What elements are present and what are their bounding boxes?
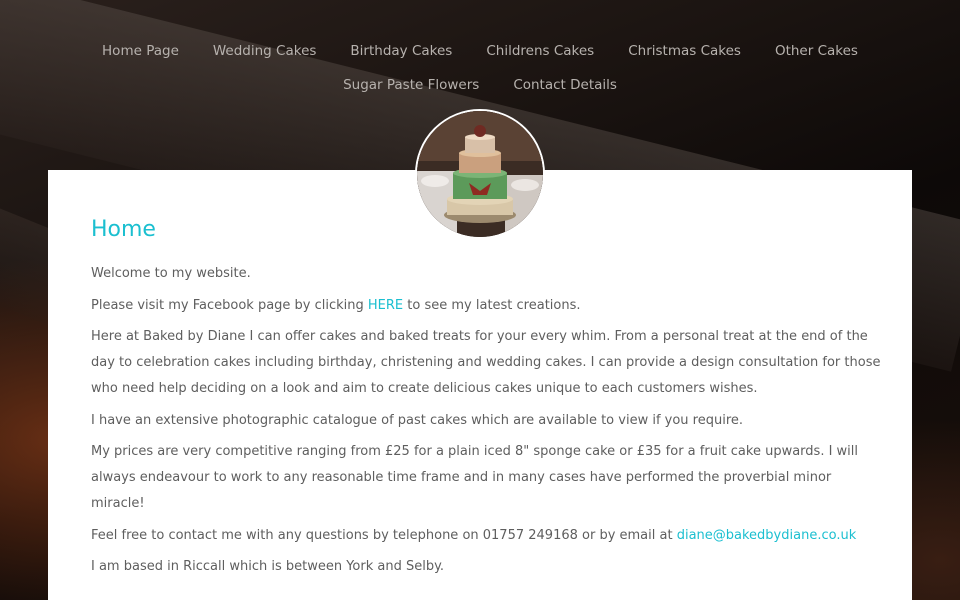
contact-text: Feel free to contact me with any questio… <box>91 527 677 543</box>
nav-item-wedding-cakes[interactable]: Wedding Cakes <box>213 43 317 59</box>
facebook-paragraph: Please visit my Facebook page by clickin… <box>91 293 881 319</box>
prices-paragraph: My prices are very competitive ranging f… <box>91 444 859 511</box>
page-body: Welcome to my website. Please visit my F… <box>91 261 881 586</box>
nav-item-childrens-cakes[interactable]: Childrens Cakes <box>486 43 594 59</box>
facebook-text-after: to see my latest creations. <box>403 297 581 313</box>
cake-photo-avatar <box>415 109 545 239</box>
email-link[interactable]: diane@bakedbydiane.co.uk <box>677 528 857 543</box>
catalogue-paragraph: I have an extensive photographic catalog… <box>91 412 744 428</box>
cake-photo-image <box>417 111 543 237</box>
contact-paragraph: Feel free to contact me with any questio… <box>91 523 881 549</box>
nav-row-1: Home Page Wedding Cakes Birthday Cakes C… <box>0 34 960 68</box>
facebook-link[interactable]: HERE <box>368 298 403 313</box>
nav-item-birthday-cakes[interactable]: Birthday Cakes <box>350 43 452 59</box>
welcome-paragraph: Welcome to my website. <box>91 266 251 281</box>
nav-item-contact-details[interactable]: Contact Details <box>513 77 617 93</box>
main-navigation: Home Page Wedding Cakes Birthday Cakes C… <box>0 34 960 102</box>
nav-item-christmas-cakes[interactable]: Christmas Cakes <box>628 43 741 59</box>
nav-item-home-page[interactable]: Home Page <box>102 43 179 59</box>
page-title: Home <box>91 217 156 242</box>
location-paragraph: I am based in Riccall which is between Y… <box>91 559 445 574</box>
nav-item-other-cakes[interactable]: Other Cakes <box>775 43 858 59</box>
nav-row-2: Sugar Paste Flowers Contact Details <box>0 68 960 102</box>
intro-paragraph: Here at Baked by Diane I can offer cakes… <box>91 329 881 396</box>
facebook-text-before: Please visit my Facebook page by clickin… <box>91 297 368 313</box>
nav-item-sugar-paste-flowers[interactable]: Sugar Paste Flowers <box>343 77 479 93</box>
